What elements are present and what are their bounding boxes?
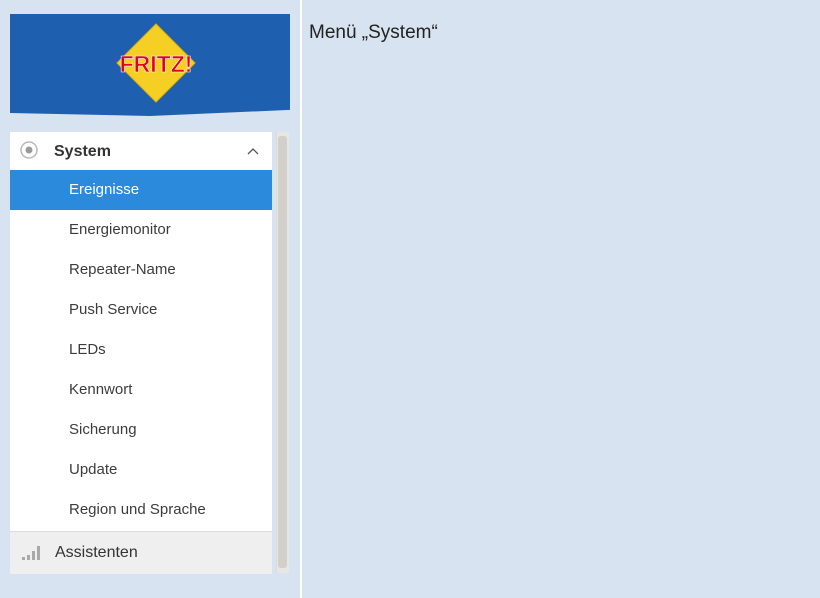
menu-item-kennwort[interactable]: Kennwort [10, 370, 272, 410]
menu-item-energiemonitor[interactable]: Energiemonitor [10, 210, 272, 250]
menu-item-ereignisse[interactable]: Ereignisse [10, 170, 272, 210]
sidebar-scrollbar[interactable] [276, 132, 289, 573]
svg-text:FRITZ!: FRITZ! [120, 51, 193, 77]
menu-item-update[interactable]: Update [10, 450, 272, 490]
fritz-logo: FRITZ! [116, 23, 196, 103]
menu-item-push-service[interactable]: Push Service [10, 290, 272, 330]
menu-section-assistenten[interactable]: Assistenten [10, 531, 272, 574]
assistenten-label: Assistenten [55, 544, 138, 561]
content-divider [300, 0, 302, 598]
menu-section-system[interactable]: System [10, 132, 272, 170]
sidebar: FRITZ! System Ereignisse Energiemonitor … [10, 14, 290, 574]
menu-item-repeater-name[interactable]: Repeater-Name [10, 250, 272, 290]
menu-item-region-und-sprache[interactable]: Region und Sprache [10, 490, 272, 530]
menu-item-leds[interactable]: LEDs [10, 330, 272, 370]
logo-banner[interactable]: FRITZ! [10, 14, 290, 116]
radio-dot-icon [20, 141, 38, 159]
menu-section-label: System [54, 143, 111, 160]
menu-panel: System Ereignisse Energiemonitor Repeate… [10, 132, 272, 574]
page-title: Menü „System“ [309, 22, 438, 43]
menu-item-sicherung[interactable]: Sicherung [10, 410, 272, 450]
system-submenu: Ereignisse Energiemonitor Repeater-Name … [10, 170, 272, 530]
chevron-up-icon[interactable] [246, 144, 260, 158]
scrollbar-thumb[interactable] [278, 136, 287, 568]
signal-bars-icon [22, 546, 40, 560]
